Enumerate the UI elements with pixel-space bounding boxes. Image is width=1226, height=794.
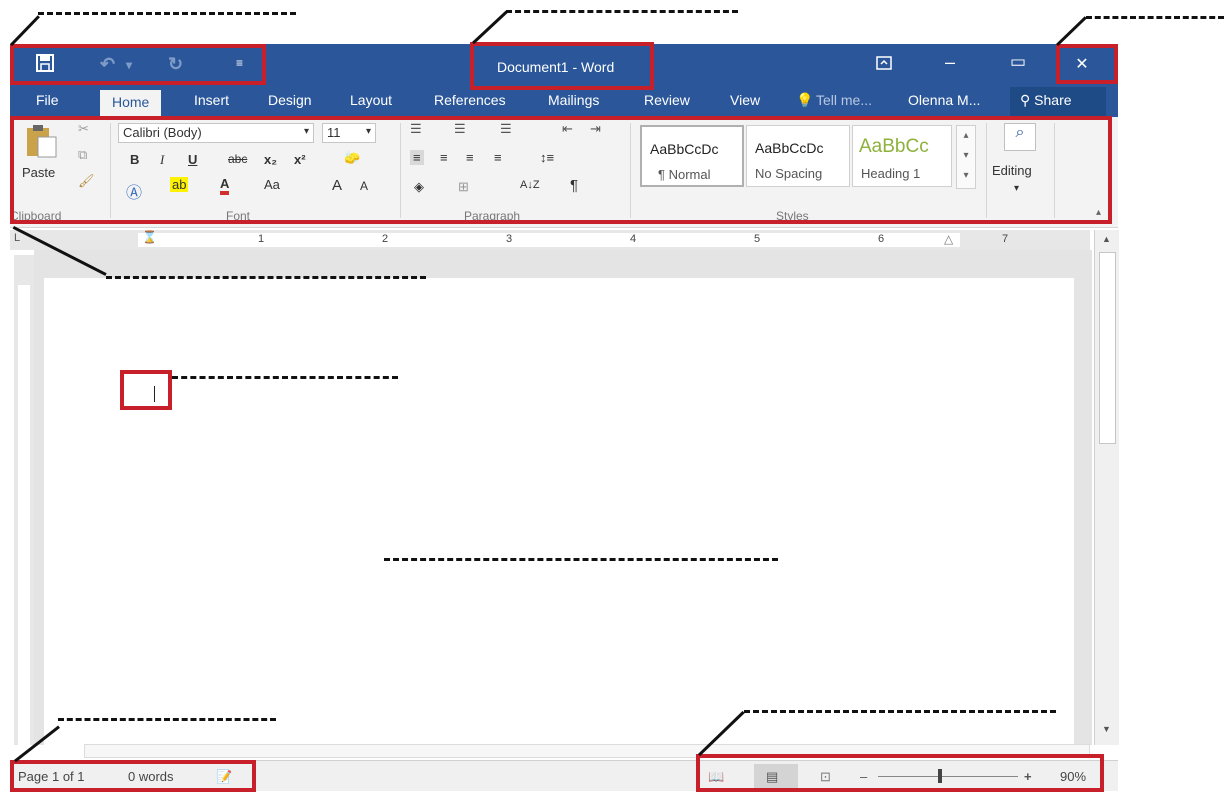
annotation-dash bbox=[58, 718, 276, 721]
ribbon-tab-bar: File Home Insert Design Layout Reference… bbox=[10, 87, 1118, 117]
annotation-box-quick-access bbox=[10, 44, 266, 85]
annotation-leader bbox=[472, 10, 508, 45]
user-name[interactable]: Olenna M... bbox=[908, 92, 980, 108]
scroll-up-icon[interactable]: ▲ bbox=[1102, 234, 1111, 244]
annotation-dash bbox=[506, 10, 738, 13]
vertical-ruler-text-area bbox=[18, 285, 30, 745]
tab-design[interactable]: Design bbox=[268, 92, 312, 108]
annotation-dash bbox=[1086, 16, 1224, 19]
annotation-box-cursor bbox=[120, 370, 172, 410]
minimize-button[interactable]: – bbox=[936, 52, 964, 73]
tab-review[interactable]: Review bbox=[644, 92, 690, 108]
tab-view[interactable]: View bbox=[730, 92, 760, 108]
lightbulb-icon: 💡 bbox=[796, 92, 814, 108]
maximize-button[interactable]: ▭ bbox=[1004, 52, 1032, 72]
vertical-scrollbar[interactable]: ▲ ▼ bbox=[1094, 230, 1119, 745]
tab-selector-icon[interactable]: L bbox=[14, 232, 20, 244]
annotation-box-status-left bbox=[10, 760, 256, 792]
annotation-dash bbox=[744, 710, 1056, 713]
tab-layout[interactable]: Layout bbox=[350, 92, 392, 108]
annotation-dash bbox=[106, 276, 426, 279]
indent-marker-icon[interactable]: ⌛ bbox=[142, 230, 157, 244]
ruler-number: 6 bbox=[878, 233, 885, 245]
tell-me-search[interactable]: Tell me... bbox=[816, 92, 872, 108]
horizontal-ruler[interactable]: L ⌛ 1 2 3 4 5 6 7 △ bbox=[10, 230, 1090, 250]
ruler-number: 2 bbox=[382, 233, 389, 245]
annotation-box-status-right bbox=[696, 754, 1104, 792]
tab-home[interactable]: Home bbox=[100, 90, 162, 117]
right-indent-marker-icon[interactable]: △ bbox=[944, 232, 953, 246]
ruler-number: 5 bbox=[754, 233, 761, 245]
annotation-box-ribbon bbox=[10, 116, 1112, 224]
scrollbar-thumb[interactable] bbox=[1099, 252, 1116, 444]
tab-mailings[interactable]: Mailings bbox=[548, 92, 599, 108]
tab-references[interactable]: References bbox=[434, 92, 506, 108]
annotation-leader bbox=[10, 15, 40, 47]
share-button[interactable]: ⚲ Share bbox=[1010, 87, 1106, 117]
ruler-number: 3 bbox=[506, 233, 513, 245]
document-canvas[interactable] bbox=[34, 250, 1092, 745]
scroll-down-icon[interactable]: ▼ bbox=[1102, 724, 1111, 734]
annotation-box-title bbox=[470, 42, 654, 90]
annotation-box-window-controls bbox=[1056, 44, 1118, 84]
ruler-number: 4 bbox=[630, 233, 637, 245]
document-page[interactable] bbox=[44, 278, 1074, 745]
ruler-number: 1 bbox=[258, 233, 265, 245]
annotation-dash bbox=[38, 12, 296, 15]
ribbon-display-options-icon[interactable] bbox=[870, 56, 898, 73]
share-label: Share bbox=[1034, 92, 1072, 108]
annotation-dash bbox=[384, 558, 778, 561]
tab-file[interactable]: File bbox=[36, 92, 59, 108]
vertical-ruler[interactable] bbox=[14, 255, 34, 745]
ruler-number: 7 bbox=[1002, 233, 1009, 245]
tab-insert[interactable]: Insert bbox=[194, 92, 229, 108]
annotation-leader bbox=[1056, 16, 1087, 47]
annotation-dash bbox=[172, 376, 398, 379]
share-icon: ⚲ bbox=[1020, 92, 1031, 108]
